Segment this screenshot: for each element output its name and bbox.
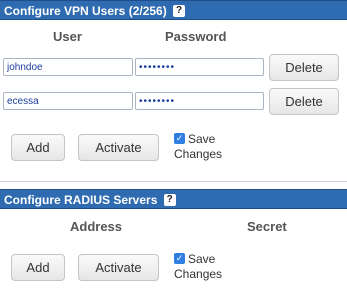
delete-button-2[interactable]: Delete (269, 88, 339, 115)
vpn-users-title: Configure VPN Users (2/256) (4, 4, 167, 18)
secret-column-header: Secret (247, 219, 287, 234)
delete-button-1[interactable]: Delete (269, 54, 339, 81)
vpn-add-button[interactable]: Add (11, 134, 65, 161)
vpn-activate-button[interactable]: Activate (78, 134, 159, 161)
radius-save-label-2: Changes (174, 267, 223, 281)
radius-save-changes[interactable]: ✓ Save Changes (174, 252, 222, 282)
vpn-users-header: Configure VPN Users (2/256) ? (0, 0, 347, 20)
question-icon[interactable]: ? (173, 4, 186, 17)
password-field-1[interactable] (135, 58, 264, 76)
radius-header: Configure RADIUS Servers ? (0, 189, 347, 209)
vpn-save-label-1: Save (188, 132, 216, 146)
radius-save-label-1: Save (188, 252, 216, 266)
vpn-save-label-2: Changes (174, 147, 223, 161)
checkbox-checked-icon[interactable]: ✓ (174, 133, 185, 145)
radius-title: Configure RADIUS Servers (4, 193, 158, 207)
vpn-save-changes[interactable]: ✓ Save Changes (174, 132, 222, 162)
password-column-header: Password (165, 29, 227, 44)
radius-activate-button[interactable]: Activate (78, 254, 159, 281)
password-field-2[interactable] (135, 92, 264, 110)
checkbox-checked-icon[interactable]: ✓ (174, 253, 185, 265)
user-column-header: User (53, 29, 82, 44)
radius-add-button[interactable]: Add (11, 254, 65, 281)
user-field-2[interactable] (3, 92, 133, 110)
section-divider (0, 181, 347, 182)
question-icon[interactable]: ? (163, 193, 176, 206)
address-column-header: Address (70, 219, 123, 234)
user-field-1[interactable] (3, 58, 133, 76)
